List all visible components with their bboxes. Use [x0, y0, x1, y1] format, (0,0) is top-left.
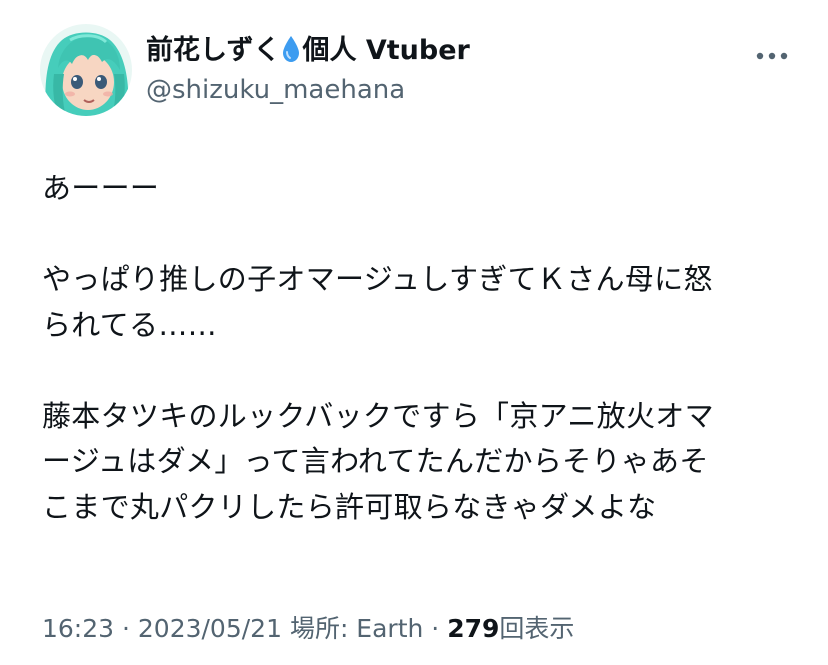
more-options-button[interactable] [752, 44, 792, 68]
avatar-image [40, 24, 132, 116]
avatar[interactable] [40, 24, 132, 116]
display-name[interactable]: 前花しずく 個人 Vtuber [146, 33, 470, 73]
tweet-time[interactable]: 16:23 [42, 614, 114, 643]
display-name-text: 前花しずく [146, 35, 281, 66]
tweet: 前花しずく 個人 Vtuber @shizuku_maehana あーーー やっぱ… [0, 0, 828, 665]
tweet-line: あーーー [42, 171, 160, 205]
display-name-suffix: 個人 Vtuber [302, 35, 470, 66]
more-icon [756, 52, 788, 60]
tweet-line: ージュはダメ」って言われてたんだからそりゃあそ [42, 444, 709, 478]
views-label: 回表示 [499, 614, 575, 643]
tweet-line: こまで丸パクリしたら許可取らなきゃダメよな [42, 489, 657, 524]
droplet-icon [281, 35, 301, 73]
meta-separator: · [114, 614, 138, 643]
tweet-line: られてる…… [42, 307, 217, 342]
tweet-line: 藤本タツキのルックバックですら「京アニ放火オマ [42, 398, 714, 433]
views-count: 279 [447, 614, 500, 643]
user-handle[interactable]: @shizuku_maehana [146, 73, 405, 107]
tweet-meta: 16:23 · 2023/05/21 場所: Earth · 279回表示 [42, 612, 574, 646]
tweet-line: やっぱり推しの子オマージュしすぎてＫさん母に怒 [42, 262, 713, 296]
tweet-text: あーーー やっぱり推しの子オマージュしすぎてＫさん母に怒 られてる…… 藤本タツキ… [42, 166, 782, 530]
tweet-location: 場所: Earth [289, 614, 424, 643]
tweet-date[interactable]: 2023/05/21 [138, 614, 282, 643]
meta-separator-2: · [423, 614, 448, 643]
